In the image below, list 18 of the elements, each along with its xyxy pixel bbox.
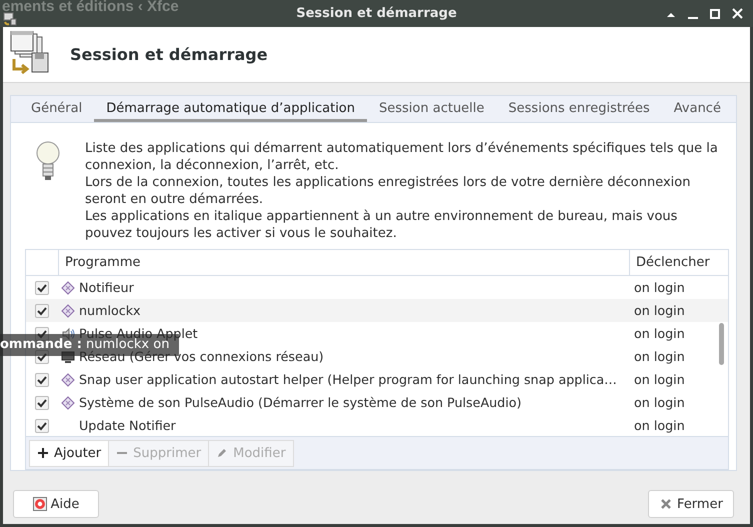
program-name: numlockx: [79, 304, 141, 316]
description-text: Lors de la connexion, toutes les applications enregistrées lors de votre dernière déconnexion seront en outre démarrées.: [85, 174, 692, 208]
background-window-title: ements et éditions ‹ Xfce: [2, 0, 179, 14]
trigger-text: on login: [634, 372, 685, 387]
description-text: Les applications en italique appartiennent à un autre environnement de bureau, mais vous pouvez toujours les activer si vous le souhaitez.: [85, 208, 678, 242]
trigger-text: on login: [634, 303, 685, 318]
trigger-text: on login: [634, 349, 685, 364]
trigger-text: on login: [634, 280, 685, 295]
trigger-text: on login: [634, 418, 685, 433]
program-name: Snap user application autostart helper (Helper program for launching snap applica…: [79, 374, 617, 386]
trigger-text: on login: [634, 326, 685, 341]
window-title: Session et démarrage: [296, 6, 457, 21]
program-name: Update Notifier: [79, 420, 176, 432]
program-name: Notifieur: [79, 282, 134, 294]
trigger-text: on login: [634, 395, 685, 410]
description-text: Liste des applications qui démarrent automatiquement lors d’événements spécifiques tels que la connexion, la déconnexion, l’arrêt, etc.: [85, 140, 719, 174]
header-title: Session et démarrage: [70, 45, 268, 64]
program-name: Système de son PulseAudio (Démarrer le système de son PulseAudio): [79, 396, 522, 408]
